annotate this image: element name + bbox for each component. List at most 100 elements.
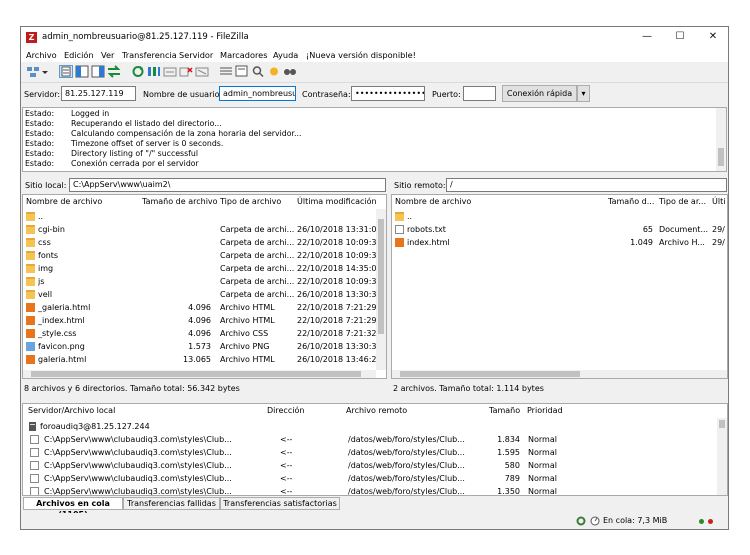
binoculars-icon[interactable]: [283, 65, 297, 78]
local-vscrollbar[interactable]: [376, 209, 386, 370]
menu-transferencia[interactable]: Transferencia: [122, 50, 177, 60]
directory-listing-filters-icon[interactable]: [219, 65, 233, 78]
remote-hscrollbar-thumb[interactable]: [400, 371, 580, 377]
speed-limit-icon[interactable]: [590, 516, 600, 526]
disconnect-icon[interactable]: [179, 65, 193, 78]
html-file-icon: [395, 238, 404, 247]
file-date: 26/10/2018 13:30:39: [297, 342, 382, 351]
queue-scrollbar-thumb[interactable]: [719, 420, 725, 428]
remote-file-row[interactable]: robots.txt 65 Document... 29/: [395, 223, 725, 236]
filezilla-icon: Z: [26, 32, 37, 43]
refresh-icon[interactable]: [131, 65, 145, 78]
remote-path-input[interactable]: /: [446, 178, 727, 192]
local-header-size[interactable]: Tamaño de archivo: [142, 195, 218, 209]
menu-ver[interactable]: Ver: [101, 50, 114, 60]
remote-header-type[interactable]: Tipo de ar...: [659, 195, 706, 209]
maximize-icon[interactable]: ☐: [666, 29, 694, 45]
local-file-row[interactable]: _index.html 4.096 Archivo HTML 22/10/2018 7…: [26, 314, 377, 327]
port-input[interactable]: [463, 86, 496, 101]
directory-comparison-icon[interactable]: [235, 65, 249, 78]
local-file-row[interactable]: _galeria.html 4.096 Archivo HTML 22/10/2018…: [26, 301, 377, 314]
local-hscrollbar[interactable]: [23, 370, 376, 378]
remote-file-row[interactable]: index.html 1.049 Archivo H... 29/: [395, 236, 725, 249]
local-header-name[interactable]: Nombre de archivo: [26, 195, 102, 209]
quickconnect-button[interactable]: Conexión rápida: [502, 85, 577, 102]
queue-row[interactable]: C:\AppServ\www\clubaudiq3.com\styles\Clu…: [28, 472, 713, 485]
menu-ayuda[interactable]: Ayuda: [273, 50, 298, 60]
folder-file-icon: [395, 212, 404, 221]
menu-edicion[interactable]: Edición: [64, 50, 94, 60]
local-file-row[interactable]: js Carpeta de archi... 22/10/2018 10:09:38: [26, 275, 382, 288]
menu-archivo[interactable]: Archivo: [26, 50, 57, 60]
server-label: Servidor:: [24, 90, 61, 99]
local-file-row[interactable]: cgi-bin Carpeta de archi... 26/10/2018 13:…: [26, 223, 382, 236]
local-path-input[interactable]: C:\AppServ\www\uaim2\: [69, 178, 386, 192]
local-file-row[interactable]: css Carpeta de archi... 22/10/2018 10:09:3…: [26, 236, 382, 249]
cancel-operation-icon[interactable]: [163, 65, 177, 78]
quickconnect-dropdown-icon[interactable]: ▾: [577, 85, 590, 102]
toggle-remote-tree-icon[interactable]: [91, 65, 105, 78]
close-icon[interactable]: ✕: [699, 29, 727, 45]
process-queue-icon[interactable]: [147, 65, 161, 78]
gear-icon[interactable]: [576, 516, 586, 526]
html-file-icon: [26, 303, 35, 312]
remote-header-name[interactable]: Nombre de archivo: [395, 195, 471, 209]
file-name: img: [38, 264, 54, 273]
local-file-row[interactable]: favicon.png 1.573 Archivo PNG 26/10/2018 13…: [26, 340, 382, 353]
tab-successful-transfers[interactable]: Transferencias satisfactorias: [220, 497, 340, 510]
folder-file-icon: [26, 290, 35, 299]
queue-header-remote[interactable]: Archivo remoto: [346, 404, 407, 418]
queue-row[interactable]: C:\AppServ\www\clubaudiq3.com\styles\Clu…: [28, 446, 713, 459]
reconnect-icon[interactable]: [195, 65, 209, 78]
log-scrollbar[interactable]: [716, 108, 726, 171]
queue-scrollbar[interactable]: [717, 418, 727, 495]
remote-header-date[interactable]: Últi: [712, 195, 725, 209]
local-file-row[interactable]: _style.css 4.096 Archivo CSS 22/10/2018 7:2…: [26, 327, 377, 340]
local-vscrollbar-thumb[interactable]: [378, 219, 384, 334]
local-file-row[interactable]: galeria.html 13.065 Archivo HTML 26/10/2018…: [26, 353, 382, 366]
synchronized-browsing-icon[interactable]: [267, 65, 281, 78]
toggle-log-icon[interactable]: [59, 65, 73, 78]
local-hscrollbar-thumb[interactable]: [31, 371, 361, 377]
menu-servidor[interactable]: Servidor: [179, 50, 213, 60]
dropdown-arrow-icon[interactable]: [42, 65, 56, 78]
remote-hscrollbar[interactable]: [392, 370, 727, 378]
local-file-row[interactable]: vell Carpeta de archi... 26/10/2018 13:30:…: [26, 288, 382, 301]
queue-row[interactable]: C:\AppServ\www\clubaudiq3.com\styles\Clu…: [28, 459, 713, 472]
local-file-row[interactable]: fonts Carpeta de archi... 22/10/2018 10:09…: [26, 249, 382, 262]
remote-header-size[interactable]: Tamaño d...: [608, 195, 654, 209]
queue-header-local[interactable]: Servidor/Archivo local: [28, 404, 115, 418]
menu-nueva-version[interactable]: ¡Nueva versión disponible!: [306, 50, 416, 60]
queue-row[interactable]: C:\AppServ\www\clubaudiq3.com\styles\Clu…: [28, 485, 713, 495]
toggle-local-tree-icon[interactable]: [75, 65, 89, 78]
username-label: Nombre de usuario:: [143, 90, 223, 99]
minimize-icon[interactable]: —: [633, 29, 661, 45]
queue-server-row[interactable]: foroaudiq3@81.25.127.244: [28, 420, 328, 433]
file-type: Carpeta de archi...: [220, 264, 295, 273]
tab-queued-files[interactable]: Archivos en cola (1105): [23, 497, 123, 519]
queue-header-priority[interactable]: Prioridad: [527, 404, 563, 418]
tab-failed-transfers[interactable]: Transferencias fallidas: [123, 497, 220, 510]
site-manager-icon[interactable]: [26, 65, 40, 78]
password-input[interactable]: •••••••••••••••: [351, 86, 425, 101]
queue-header-size[interactable]: Tamaño: [489, 404, 520, 418]
queue-header-direction[interactable]: Dirección: [267, 404, 304, 418]
window-title: admin_nombreusuario@81.25.127.119 - File…: [42, 32, 249, 42]
local-header-type[interactable]: Tipo de archivo: [220, 195, 281, 209]
toggle-queue-icon[interactable]: [107, 65, 121, 78]
username-input[interactable]: admin_nombreusu: [219, 86, 296, 101]
search-icon[interactable]: [251, 65, 265, 78]
queue-row[interactable]: C:\AppServ\www\clubaudiq3.com\styles\Clu…: [28, 433, 713, 446]
log-scrollbar-thumb[interactable]: [718, 148, 724, 166]
title-bar: Z admin_nombreusuario@81.25.127.119 - Fi…: [21, 27, 728, 48]
local-file-row[interactable]: ..: [26, 210, 374, 223]
local-file-row[interactable]: img Carpeta de archi... 22/10/2018 14:35:0…: [26, 262, 382, 275]
file-type: Document...: [659, 225, 709, 234]
local-header-date[interactable]: Última modificación: [297, 195, 377, 209]
menu-marcadores[interactable]: Marcadores: [220, 50, 267, 60]
file-type: Archivo HTML: [220, 303, 275, 312]
txt-file-icon: [395, 225, 404, 234]
file-name: _galeria.html: [38, 303, 91, 312]
server-input[interactable]: 81.25.127.119: [61, 86, 136, 101]
remote-file-row[interactable]: ..: [395, 210, 725, 223]
